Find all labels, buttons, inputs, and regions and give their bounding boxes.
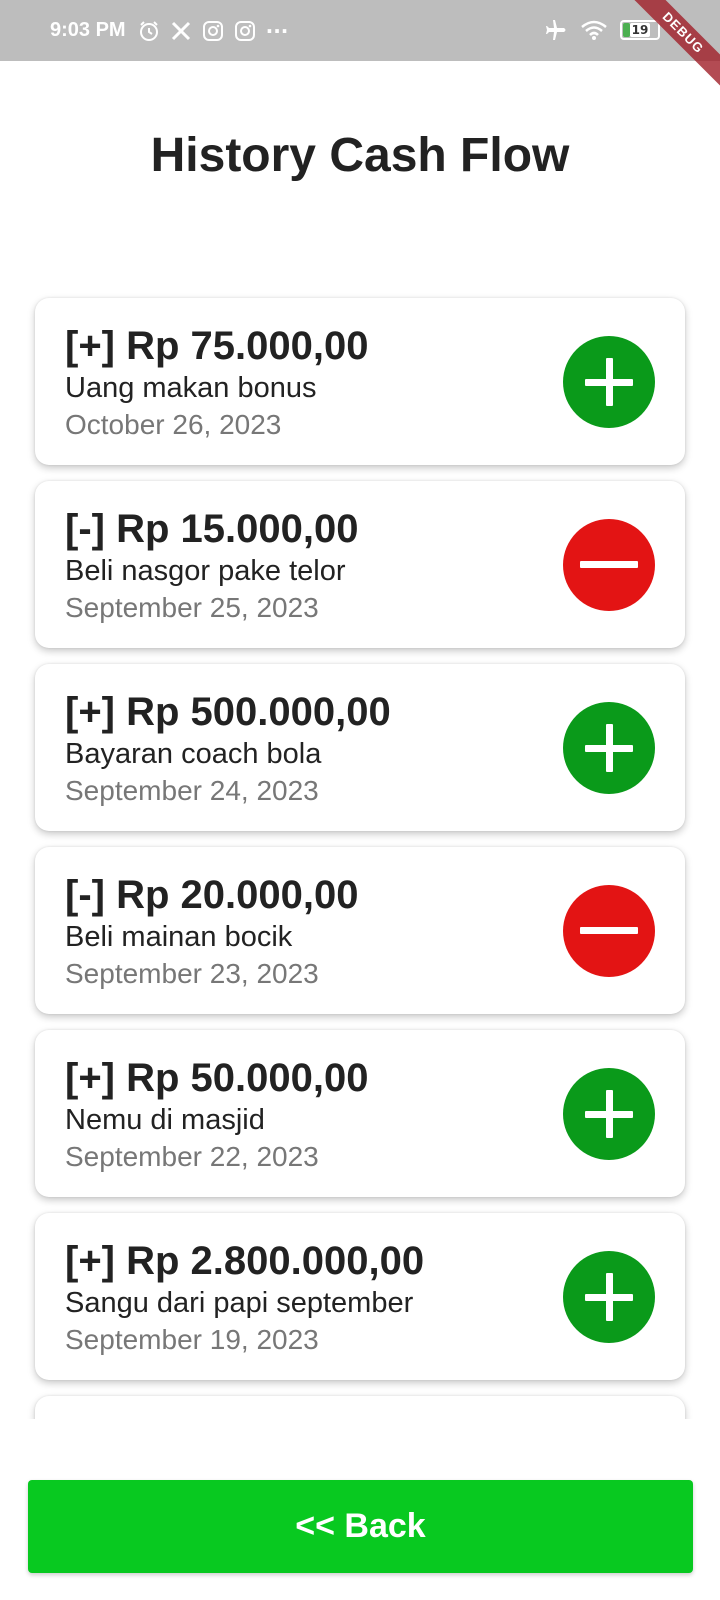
wifi-icon: [581, 20, 607, 40]
transaction-description: Uang makan bonus: [65, 372, 317, 404]
transaction-date: September 23, 2023: [65, 958, 319, 989]
transaction-date: September 25, 2023: [65, 592, 319, 623]
transaction-card[interactable]: [-] Rp 15.000,00 Beli nasgor pake telor …: [35, 481, 685, 648]
plus-icon: [563, 336, 655, 428]
transaction-card[interactable]: [+] Rp 50.000,00 Nemu di masjid Septembe…: [35, 1030, 685, 1197]
instagram-icon: [202, 20, 223, 41]
transaction-description: Beli mainan bocik: [65, 921, 293, 953]
x-icon: [171, 21, 190, 40]
transaction-card[interactable]: [-] Rp 20.000,00 Beli mainan bocik Septe…: [35, 847, 685, 1014]
back-button[interactable]: << Back: [28, 1480, 693, 1573]
transaction-amount: [+] Rp 2.800.000,00: [65, 1239, 425, 1283]
plus-icon: [563, 1068, 655, 1160]
transaction-amount: [-] Rp 20.000,00: [65, 873, 359, 917]
minus-icon: [563, 519, 655, 611]
alarm-icon: [139, 20, 158, 41]
transaction-date: September 24, 2023: [65, 775, 319, 806]
battery-icon: 19: [620, 20, 660, 40]
transaction-date: October 26, 2023: [65, 409, 282, 440]
transaction-description: Beli nasgor pake telor: [65, 555, 346, 587]
transaction-amount: [+] Rp 50.000,00: [65, 1056, 369, 1100]
transaction-description: Sangu dari papi september: [65, 1287, 414, 1319]
transaction-card[interactable]: [+] Rp 75.000,00 Uang makan bonus Octobe…: [35, 298, 685, 465]
transaction-description: Bayaran coach bola: [65, 738, 322, 770]
transaction-amount: [+] Rp 500.000,00: [65, 690, 391, 734]
plus-icon: [563, 1251, 655, 1343]
status-bar: 9:03 PM ··· 19: [0, 0, 720, 61]
airplane-icon: [546, 20, 566, 40]
transaction-card[interactable]: [+] Rp 2.800.000,00 Sangu dari papi sept…: [35, 1213, 685, 1380]
transaction-amount: [+] Rp 75.000,00: [65, 324, 369, 368]
plus-icon: [563, 702, 655, 794]
status-time: 9:03 PM: [50, 19, 126, 41]
notification-icons: ···: [138, 18, 289, 43]
instagram-icon: [234, 20, 255, 41]
transaction-date: September 22, 2023: [65, 1141, 319, 1172]
transaction-date: September 19, 2023: [65, 1324, 319, 1355]
transaction-description: Nemu di masjid: [65, 1104, 265, 1136]
transaction-card-partial[interactable]: [35, 1396, 685, 1419]
system-icons: 19: [544, 18, 660, 42]
more-notifications-icon: ···: [265, 18, 289, 43]
transaction-list[interactable]: [+] Rp 75.000,00 Uang makan bonus Octobe…: [0, 292, 720, 1419]
page-title: History Cash Flow: [150, 129, 570, 182]
transaction-amount: [-] Rp 15.000,00: [65, 507, 359, 551]
transaction-card[interactable]: [+] Rp 500.000,00 Bayaran coach bola Sep…: [35, 664, 685, 831]
minus-icon: [563, 885, 655, 977]
